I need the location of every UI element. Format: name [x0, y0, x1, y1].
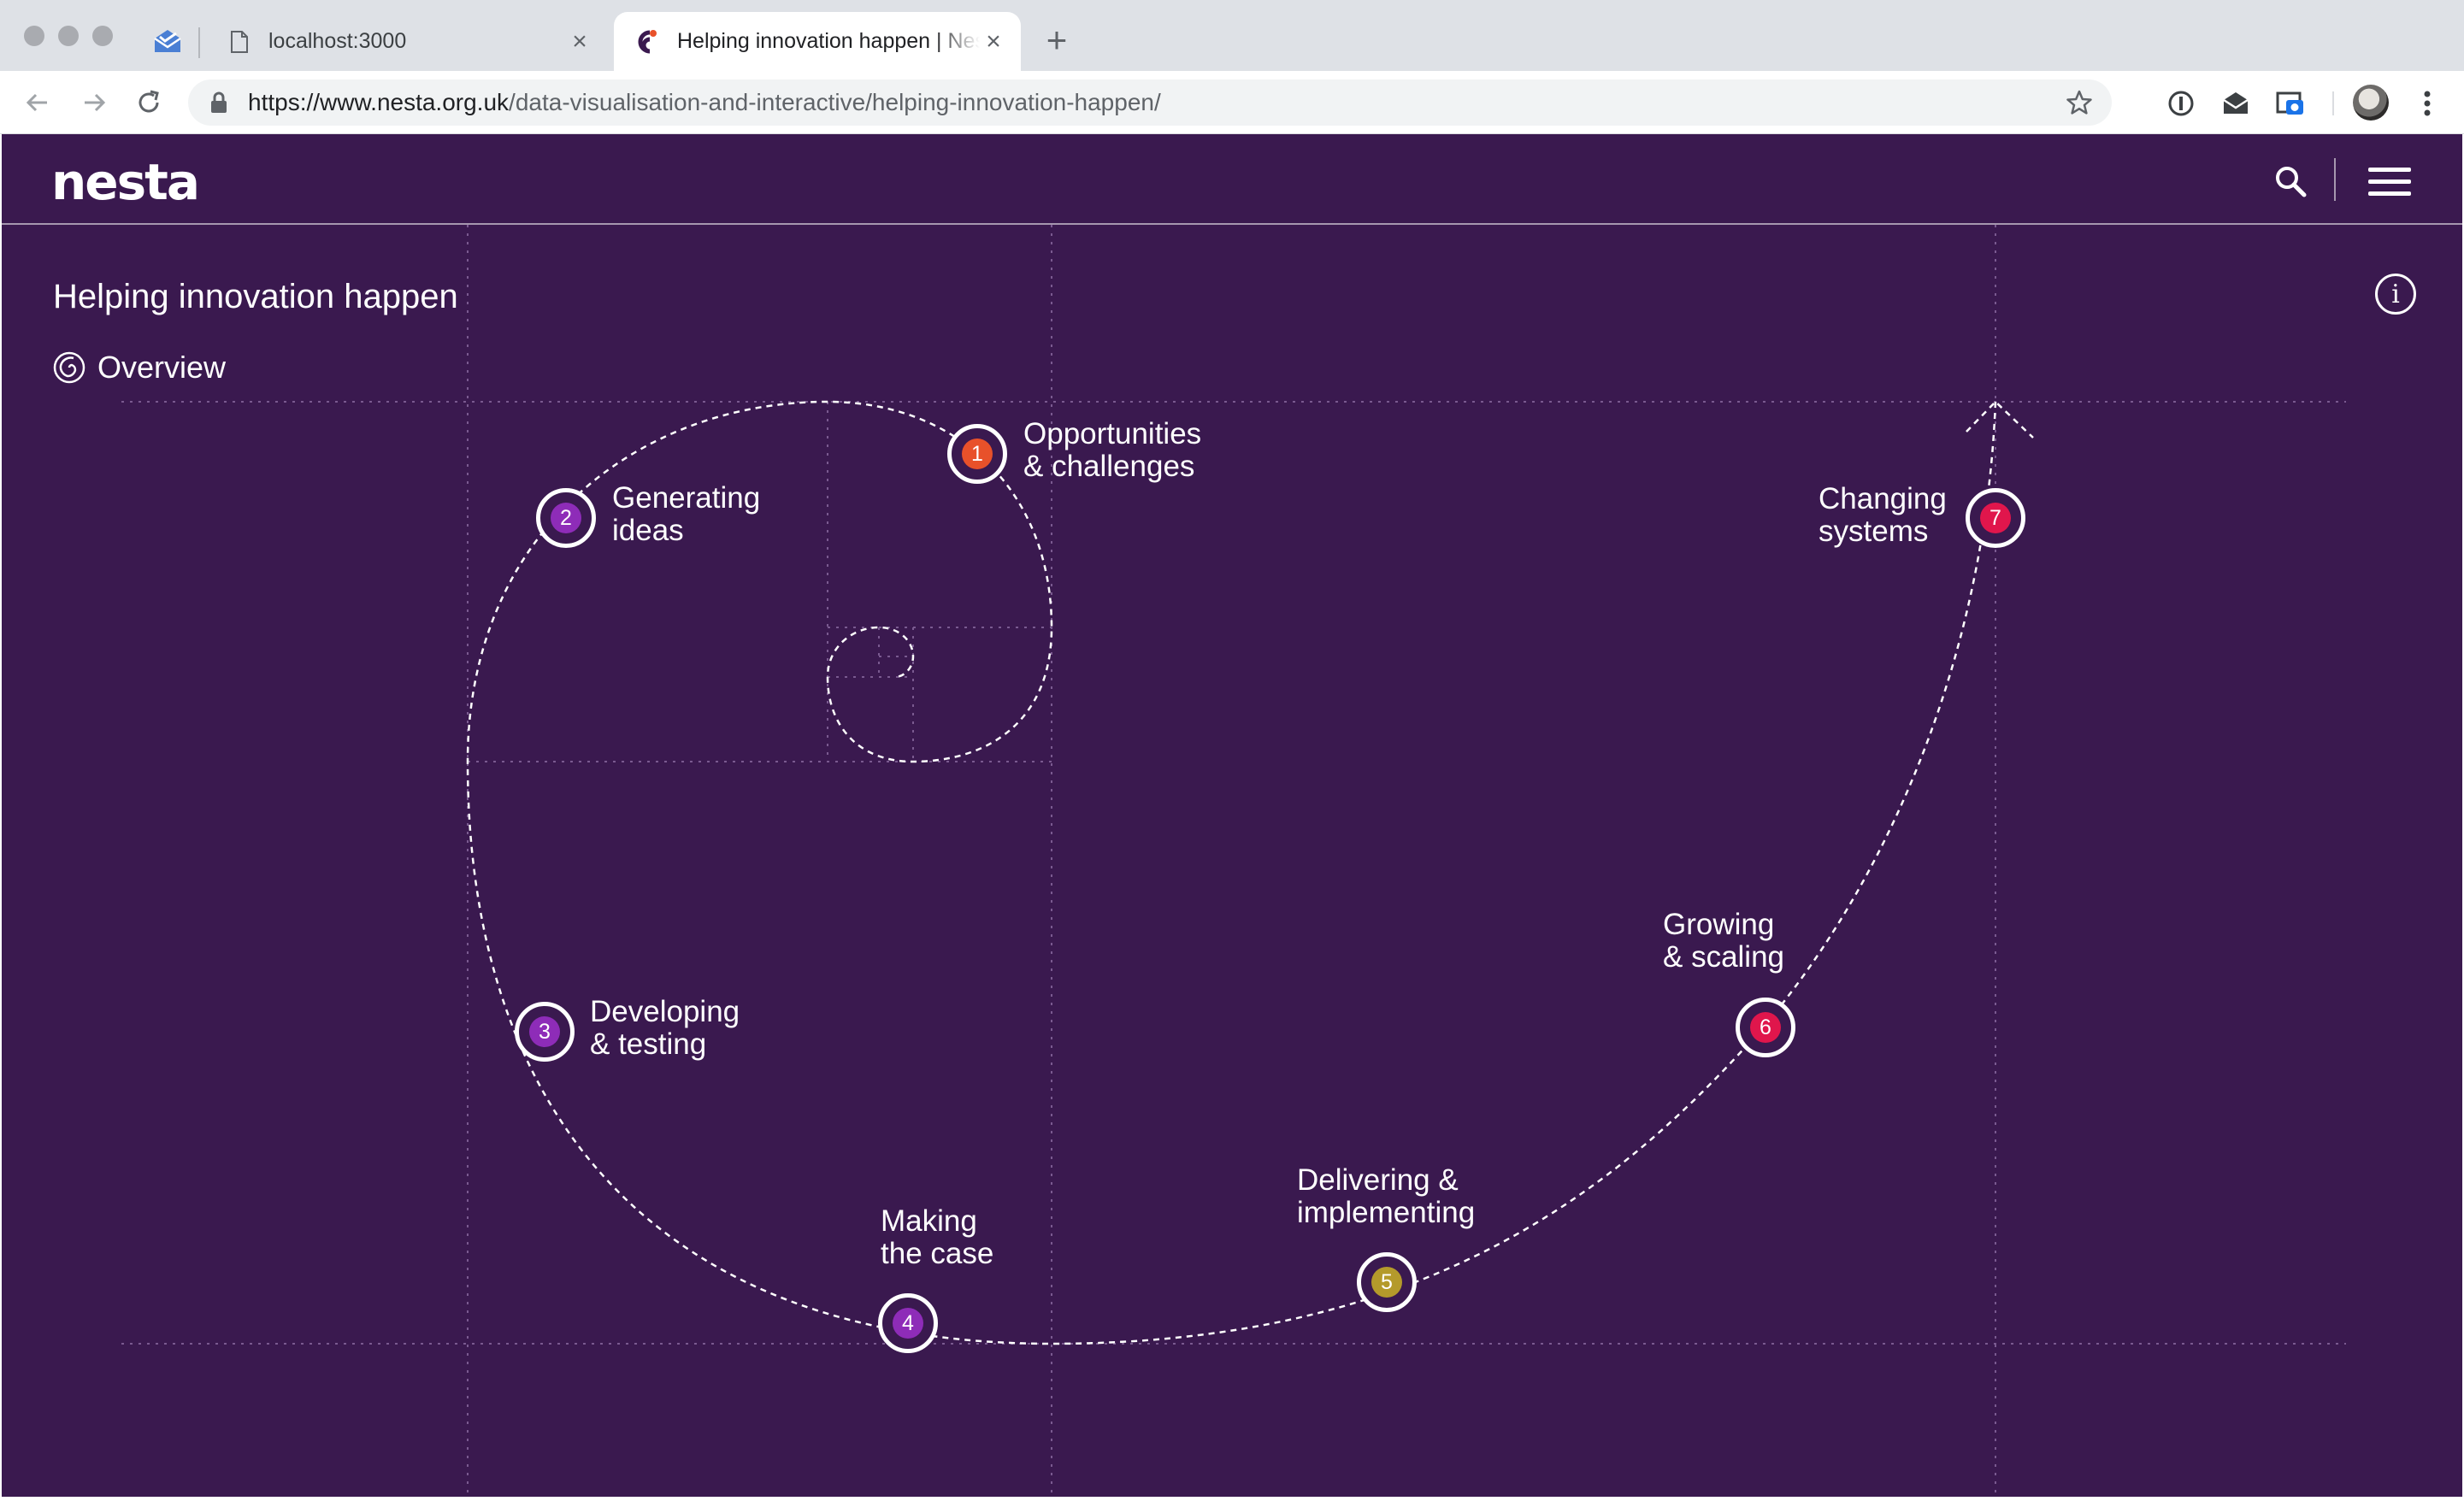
url-text: https://www.nesta.org.uk/data-visualisat…: [248, 89, 2062, 116]
mail-extension-icon[interactable]: [2219, 87, 2252, 120]
chrome-menu-icon[interactable]: [2411, 87, 2443, 120]
window-minimize-button[interactable]: [58, 26, 79, 46]
screenshot-extension-icon[interactable]: [2274, 87, 2307, 120]
stage-5-label[interactable]: Delivering & implementing: [1297, 1164, 1475, 1229]
page-icon: [226, 28, 253, 56]
pinned-tab-mail[interactable]: [147, 21, 188, 62]
tab-close-icon[interactable]: ×: [566, 27, 593, 56]
stage-6-marker[interactable]: 6: [1736, 998, 1795, 1057]
spiral-icon: [53, 351, 85, 384]
profile-avatar[interactable]: [2353, 85, 2389, 121]
tab-title: Helping innovation happen | Nesta: [677, 29, 980, 53]
window-zoom-button[interactable]: [92, 26, 113, 46]
stage-number: 4: [893, 1308, 923, 1339]
tab-localhost[interactable]: localhost:3000 ×: [205, 12, 607, 71]
overview-label: Overview: [97, 350, 227, 385]
stage-3-marker[interactable]: 3: [515, 1002, 575, 1062]
stage-1-label[interactable]: Opportunities & challenges: [1023, 418, 1201, 483]
tab-separator: [198, 27, 200, 58]
search-icon: [2276, 167, 2307, 197]
stage-2-marker[interactable]: 2: [536, 488, 596, 548]
stage-6-label[interactable]: Growing & scaling: [1663, 909, 1784, 974]
nesta-logo[interactable]: nesta: [51, 153, 200, 211]
stage-1-marker[interactable]: 1: [947, 424, 1007, 484]
forward-button[interactable]: [77, 85, 111, 120]
bookmark-star-icon[interactable]: [2062, 85, 2096, 120]
browser-toolbar: https://www.nesta.org.uk/data-visualisat…: [0, 71, 2464, 134]
stage-number: 3: [529, 1016, 560, 1047]
arrow-right-icon: [85, 93, 106, 112]
overview-button[interactable]: Overview: [53, 350, 226, 386]
back-button[interactable]: [21, 85, 55, 120]
stage-number: 6: [1750, 1012, 1781, 1043]
stage-7-label[interactable]: Changing systems: [1819, 483, 1947, 548]
info-button[interactable]: i: [2375, 274, 2416, 315]
innovation-spiral: [121, 225, 2346, 1497]
spiral-arrowhead: [1966, 400, 2034, 439]
toolbar-separator: [2332, 91, 2334, 115]
address-bar[interactable]: https://www.nesta.org.uk/data-visualisat…: [188, 79, 2112, 126]
stage-number: 5: [1371, 1267, 1402, 1298]
guide-grid: [121, 225, 2346, 1497]
stage-4-label[interactable]: Making the case: [881, 1205, 993, 1270]
page-title: Helping innovation happen: [53, 278, 458, 315]
stage-5-marker[interactable]: 5: [1357, 1252, 1417, 1312]
stage-number: 7: [1980, 503, 2011, 533]
stage-number: 1: [962, 439, 993, 469]
reload-button[interactable]: [132, 85, 166, 120]
nesta-favicon: [634, 28, 662, 56]
info-extension-icon[interactable]: [2165, 87, 2197, 120]
nesta-site: nesta Helping innovation happen Overview…: [2, 134, 2462, 1497]
arrow-left-icon: [26, 93, 47, 112]
stage-2-label[interactable]: Generating ideas: [612, 482, 760, 547]
tab-close-icon[interactable]: ×: [980, 27, 1007, 56]
header-separator: [2334, 158, 2336, 201]
hamburger-icon: [2368, 167, 2411, 172]
url-host: https://www.nesta.org.uk: [248, 89, 510, 115]
tab-title: localhost:3000: [268, 29, 407, 53]
stage-3-label[interactable]: Developing & testing: [590, 996, 740, 1061]
hamburger-icon-bar: [2368, 179, 2411, 184]
mail-icon: [154, 30, 181, 52]
window-close-button[interactable]: [24, 26, 44, 46]
url-path: /data-visualisation-and-interactive/help…: [509, 89, 1161, 115]
hamburger-icon-bar: [2368, 191, 2411, 196]
browser-tabstrip: localhost:3000 × Helping innovation happ…: [0, 0, 2464, 71]
menu-button[interactable]: [2368, 160, 2414, 203]
reload-icon: [139, 90, 159, 113]
page-viewport: nesta Helping innovation happen Overview…: [0, 134, 2464, 1501]
stage-number: 2: [551, 503, 581, 533]
lock-icon: [205, 89, 233, 116]
search-button[interactable]: [2269, 160, 2312, 203]
site-header: nesta: [2, 134, 2462, 225]
stage-4-marker[interactable]: 4: [878, 1293, 938, 1353]
tab-helping-innovation[interactable]: Helping innovation happen | Nesta ×: [614, 12, 1021, 71]
new-tab-button[interactable]: +: [1040, 22, 1074, 58]
stage-7-marker[interactable]: 7: [1966, 488, 2025, 548]
